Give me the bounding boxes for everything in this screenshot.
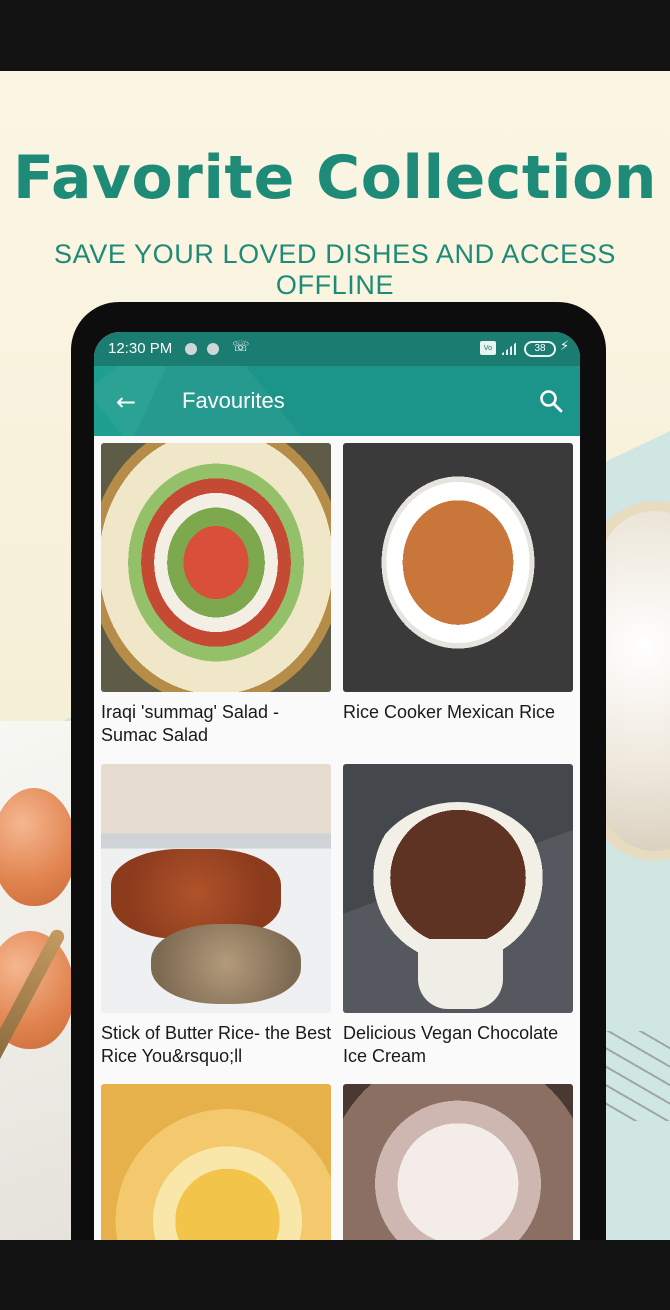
promo-headline: Favorite Collection: [12, 143, 658, 213]
app-bar: ← Favourites: [94, 366, 580, 436]
promo-subheadline: SAVE YOUR LOVED DISHES AND ACCESS OFFLIN…: [54, 239, 616, 300]
egg-image: [0, 788, 76, 906]
signal-icon: [500, 341, 518, 355]
recipe-thumbnail[interactable]: [101, 443, 331, 692]
charging-icon: ⚡: [560, 339, 570, 354]
recipe-thumbnail[interactable]: [101, 764, 331, 1013]
page-title: Favourites: [182, 388, 285, 413]
recipe-thumbnail[interactable]: [101, 1084, 331, 1240]
recipe-thumbnail[interactable]: [343, 764, 573, 1013]
recipe-title[interactable]: Stick of Butter Rice- the Best Rice You&…: [101, 1022, 333, 1068]
search-icon[interactable]: [537, 387, 565, 415]
battery-icon: 38: [524, 341, 556, 357]
device-top-bar: [0, 0, 670, 71]
recipe-thumbnail[interactable]: [343, 1084, 573, 1240]
arrow-left-icon[interactable]: ←: [112, 388, 140, 416]
notification-dot-icon: [185, 343, 197, 355]
decor-sticks: [606, 1031, 670, 1121]
recipe-title[interactable]: Rice Cooker Mexican Rice: [343, 701, 575, 724]
recipe-title[interactable]: Delicious Vegan Chocolate Ice Cream: [343, 1022, 575, 1068]
status-time: 12:30 PM: [108, 340, 173, 357]
missed-call-icon: ☏: [232, 339, 250, 355]
status-bar: 12:30 PM ☏ Vo 38 ⚡: [94, 332, 580, 366]
device-bottom-bar: [0, 1240, 670, 1310]
volte-icon: Vo: [480, 341, 496, 355]
notification-dot-icon: [207, 343, 219, 355]
recipe-title[interactable]: Iraqi 'summag' Salad - Sumac Salad: [101, 701, 333, 747]
app-screen: 12:30 PM ☏ Vo 38 ⚡ ← Favourites Iraqi 's…: [94, 332, 580, 1240]
recipe-thumbnail[interactable]: [343, 443, 573, 692]
